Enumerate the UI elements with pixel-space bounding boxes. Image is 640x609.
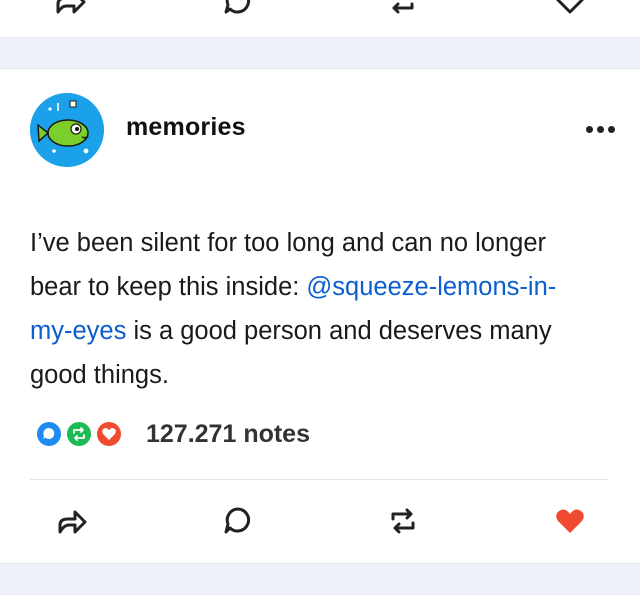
divider bbox=[30, 479, 608, 480]
reblog-note-icon bbox=[64, 419, 94, 449]
post-actions bbox=[0, 501, 640, 541]
previous-post-actions bbox=[0, 0, 640, 16]
pufferfish-avatar-icon bbox=[30, 93, 104, 167]
share-icon[interactable] bbox=[52, 501, 92, 541]
reply-icon[interactable] bbox=[220, 0, 256, 16]
reply-icon[interactable] bbox=[218, 501, 258, 541]
previous-post-card bbox=[0, 0, 640, 38]
post-body: I’ve been silent for too long and can no… bbox=[30, 221, 590, 397]
heart-outline-icon[interactable] bbox=[552, 0, 588, 16]
avatar[interactable] bbox=[30, 93, 104, 167]
notes-count[interactable]: 127.271 notes bbox=[146, 420, 310, 449]
more-icon[interactable] bbox=[586, 121, 620, 137]
next-post-card bbox=[0, 594, 640, 609]
post-card: memories I’ve been silent for too long a… bbox=[0, 68, 640, 564]
heart-icon[interactable] bbox=[550, 501, 590, 541]
notes-summary[interactable]: 127.271 notes bbox=[30, 419, 310, 449]
blog-name[interactable]: memories bbox=[126, 113, 246, 142]
reblog-icon[interactable] bbox=[384, 0, 420, 16]
like-note-icon bbox=[94, 419, 124, 449]
reply-note-icon bbox=[34, 419, 64, 449]
reblog-icon[interactable] bbox=[383, 501, 423, 541]
share-icon[interactable] bbox=[52, 0, 88, 16]
note-type-icons bbox=[30, 419, 134, 449]
